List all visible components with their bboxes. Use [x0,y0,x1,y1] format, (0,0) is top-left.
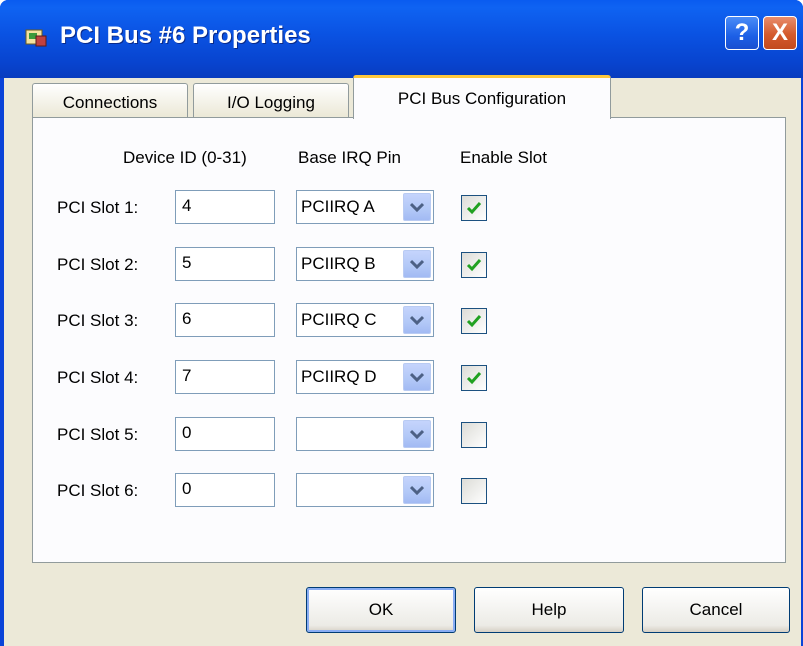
slot-4-enable-checkbox[interactable] [461,365,487,391]
slot-2-irq-value: PCIIRQ B [301,254,376,273]
slot-1-irq-value: PCIIRQ A [301,197,375,216]
chevron-down-icon[interactable] [403,476,431,504]
chevron-down-icon[interactable] [403,250,431,278]
properties-window: PCI Bus #6 Properties ? X Connections I/… [0,0,803,646]
tab-pci-bus-configuration[interactable]: PCI Bus Configuration [353,75,611,119]
slot-5-label: PCI Slot 5: [57,425,139,444]
slot-6-irq-select[interactable] [296,473,434,507]
device-id-header: Device ID (0-31) [123,148,247,167]
help-title-button[interactable]: ? [725,16,759,50]
chevron-down-icon[interactable] [403,363,431,391]
slot-5-irq-select[interactable] [296,417,434,451]
checkmark-icon [466,259,482,272]
slot-3-irq-select[interactable]: PCIIRQ C [296,303,434,337]
checkmark-icon [466,372,482,385]
tab-connections[interactable]: Connections [32,83,188,121]
ok-button[interactable]: OK [306,587,456,633]
pci-config-panel: Device ID (0-31) Base IRQ Pin Enable Slo… [32,117,786,563]
slot-2-enable-checkbox[interactable] [461,252,487,278]
slot-1-irq-select[interactable]: PCIIRQ A [296,190,434,224]
checkmark-icon [466,202,482,215]
chevron-down-icon[interactable] [403,193,431,221]
pci-bus-icon [25,29,47,47]
tab-io-logging[interactable]: I/O Logging [193,83,349,121]
title-bar[interactable]: PCI Bus #6 Properties ? X [0,0,803,78]
slot-1-device-id-input[interactable]: 4 [175,190,275,224]
slot-1-enable-checkbox[interactable] [461,195,487,221]
enable-slot-header: Enable Slot [460,148,547,167]
slot-3-label: PCI Slot 3: [57,311,139,330]
slot-4-irq-select[interactable]: PCIIRQ D [296,360,434,394]
slot-4-device-id-input[interactable]: 7 [175,360,275,394]
checkmark-icon [466,315,482,328]
slot-5-enable-checkbox[interactable] [461,422,487,448]
slot-6-enable-checkbox[interactable] [461,478,487,504]
chevron-down-icon[interactable] [403,306,431,334]
slot-2-device-id-input[interactable]: 5 [175,247,275,281]
chevron-down-icon[interactable] [403,420,431,448]
slot-3-enable-checkbox[interactable] [461,308,487,334]
dialog-client: Connections I/O Logging PCI Bus Configur… [4,75,801,646]
cancel-button[interactable]: Cancel [642,587,790,633]
window-title: PCI Bus #6 Properties [60,22,311,49]
slot-2-label: PCI Slot 2: [57,255,139,274]
slot-4-irq-value: PCIIRQ D [301,367,377,386]
slot-5-device-id-input[interactable]: 0 [175,417,275,451]
slot-2-irq-select[interactable]: PCIIRQ B [296,247,434,281]
slot-6-device-id-input[interactable]: 0 [175,473,275,507]
slot-6-label: PCI Slot 6: [57,481,139,500]
base-irq-header: Base IRQ Pin [298,148,401,167]
slot-3-device-id-input[interactable]: 6 [175,303,275,337]
slot-3-irq-value: PCIIRQ C [301,310,377,329]
slot-4-label: PCI Slot 4: [57,368,139,387]
help-button[interactable]: Help [474,587,624,633]
slot-1-label: PCI Slot 1: [57,198,139,217]
close-button[interactable]: X [763,16,797,50]
